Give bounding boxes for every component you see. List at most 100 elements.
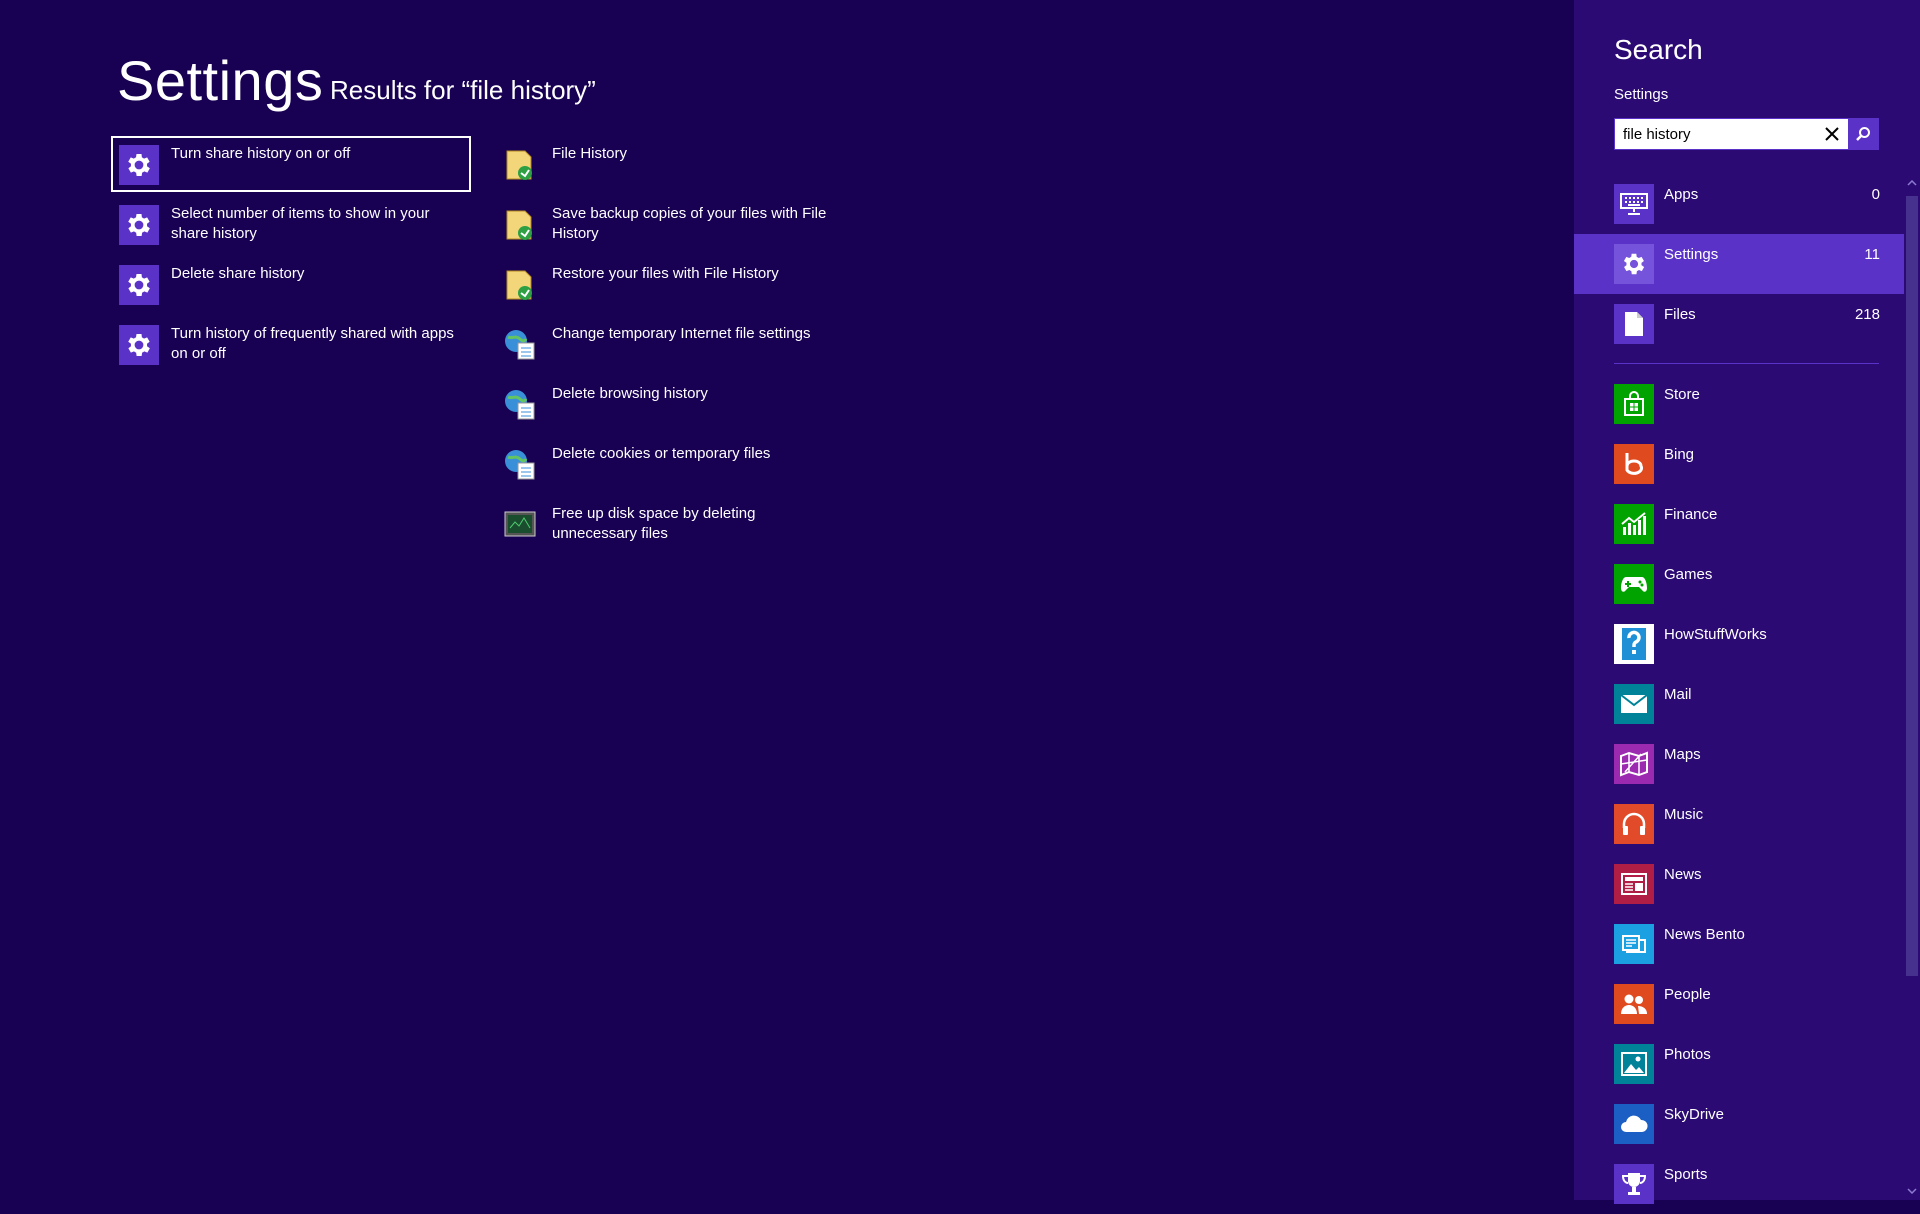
app-label: News [1664, 866, 1702, 883]
scope-divider [1614, 363, 1879, 364]
search-scope-label: Settings [1614, 86, 1669, 103]
file-history-icon [500, 205, 540, 245]
gear-icon [119, 205, 159, 245]
app-label: Music [1664, 806, 1704, 823]
scroll-up-arrow-icon[interactable] [1904, 174, 1920, 192]
results-area: Settings Results for “file history” Turn… [0, 0, 1574, 1200]
result-item[interactable]: File History [494, 138, 850, 190]
scope-count: 218 [1854, 306, 1880, 323]
news-icon [1614, 864, 1654, 904]
result-item[interactable]: Turn history of frequently shared with a… [113, 318, 469, 370]
scrollbar[interactable] [1904, 174, 1920, 1200]
app-label: Maps [1664, 746, 1701, 763]
scope-label: Files [1664, 306, 1696, 323]
result-item[interactable]: Change temporary Internet file settings [494, 318, 850, 370]
scope-apps[interactable]: Apps 0 [1574, 174, 1904, 234]
results-column-2: File History Save backup copies of your … [494, 138, 850, 558]
clear-search-button[interactable] [1816, 119, 1848, 149]
result-label: Turn share history on or off [171, 145, 351, 162]
results-column-1: Turn share history on or off Select numb… [111, 136, 471, 378]
gear-icon [119, 325, 159, 365]
result-label: File History [552, 145, 628, 162]
headphones-icon [1614, 804, 1654, 844]
app-item-finance[interactable]: Finance [1574, 494, 1904, 554]
document-icon [1614, 304, 1654, 344]
app-item-store[interactable]: Store [1574, 374, 1904, 434]
app-item-maps[interactable]: Maps [1574, 734, 1904, 794]
result-label: Restore your files with File History [552, 265, 779, 282]
app-label: News Bento [1664, 926, 1745, 943]
trophy-icon [1614, 1164, 1654, 1204]
result-item[interactable]: Delete cookies or temporary files [494, 438, 850, 490]
scope-count: 11 [1864, 246, 1880, 263]
app-item-people[interactable]: People [1574, 974, 1904, 1034]
app-item-games[interactable]: Games [1574, 554, 1904, 614]
app-label: HowStuffWorks [1664, 626, 1767, 643]
search-icon [1856, 127, 1870, 141]
photos-icon [1614, 1044, 1654, 1084]
app-label: People [1664, 986, 1711, 1003]
file-history-icon [500, 145, 540, 185]
internet-options-icon [500, 325, 540, 365]
scope-settings[interactable]: Settings 11 [1574, 234, 1904, 294]
app-item-news-bento[interactable]: News Bento [1574, 914, 1904, 974]
gear-icon [1614, 244, 1654, 284]
app-item-skydrive[interactable]: SkyDrive [1574, 1094, 1904, 1154]
file-history-icon [500, 265, 540, 305]
result-label: Free up disk space by deleting unnecessa… [552, 505, 756, 542]
cloud-icon [1614, 1104, 1654, 1144]
mail-icon [1614, 684, 1654, 724]
app-item-news[interactable]: News [1574, 854, 1904, 914]
app-label: Games [1664, 566, 1713, 583]
close-icon [1825, 127, 1839, 141]
app-item-howstuffworks[interactable]: HowStuffWorks [1574, 614, 1904, 674]
store-icon [1614, 384, 1654, 424]
page-title: Settings [117, 49, 324, 112]
result-item[interactable]: Turn share history on or off [111, 136, 471, 192]
result-label: Save backup copies of your files with Fi… [552, 205, 827, 242]
scope-files[interactable]: Files 218 [1574, 294, 1904, 354]
search-pane-title: Search [1614, 34, 1703, 65]
internet-options-icon [500, 445, 540, 485]
app-label: Mail [1664, 686, 1692, 703]
maps-icon [1614, 744, 1654, 784]
app-label: Bing [1664, 446, 1695, 463]
gear-icon [119, 145, 159, 185]
search-pane: Search Settings Apps 0 Settings 11 Files… [1574, 0, 1920, 1204]
app-item-photos[interactable]: Photos [1574, 1034, 1904, 1094]
people-icon [1614, 984, 1654, 1024]
keyboard-icon [1614, 184, 1654, 224]
app-label: Store [1664, 386, 1700, 403]
result-label: Change temporary Internet file settings [552, 325, 811, 342]
scope-count: 0 [1871, 186, 1880, 203]
disk-cleanup-icon [500, 505, 540, 545]
search-input[interactable] [1615, 119, 1823, 149]
scrollbar-thumb[interactable] [1906, 196, 1918, 976]
question-icon [1614, 624, 1654, 664]
games-icon [1614, 564, 1654, 604]
result-item[interactable]: Restore your files with File History [494, 258, 850, 310]
results-subtitle: Results for “file history” [330, 75, 596, 105]
result-label: Delete cookies or temporary files [552, 445, 771, 462]
app-label: Photos [1664, 1046, 1711, 1063]
result-item[interactable]: Free up disk space by deleting unnecessa… [494, 498, 850, 550]
search-button[interactable] [1848, 119, 1878, 149]
result-label: Delete browsing history [552, 385, 708, 402]
gear-icon [119, 265, 159, 305]
result-label: Select number of items to show in your s… [171, 205, 430, 242]
result-item[interactable]: Select number of items to show in your s… [113, 198, 469, 250]
scroll-down-arrow-icon[interactable] [1904, 1182, 1920, 1200]
result-item[interactable]: Delete share history [113, 258, 469, 310]
app-label: Finance [1664, 506, 1718, 523]
app-item-sports[interactable]: Sports [1574, 1154, 1904, 1214]
result-item[interactable]: Save backup copies of your files with Fi… [494, 198, 850, 250]
app-label: SkyDrive [1664, 1106, 1725, 1123]
app-item-mail[interactable]: Mail [1574, 674, 1904, 734]
finance-icon [1614, 504, 1654, 544]
news-bento-icon [1614, 924, 1654, 964]
result-label: Turn history of frequently shared with a… [171, 325, 454, 362]
app-item-music[interactable]: Music [1574, 794, 1904, 854]
scope-label: Settings [1664, 246, 1719, 263]
app-item-bing[interactable]: Bing [1574, 434, 1904, 494]
result-item[interactable]: Delete browsing history [494, 378, 850, 430]
